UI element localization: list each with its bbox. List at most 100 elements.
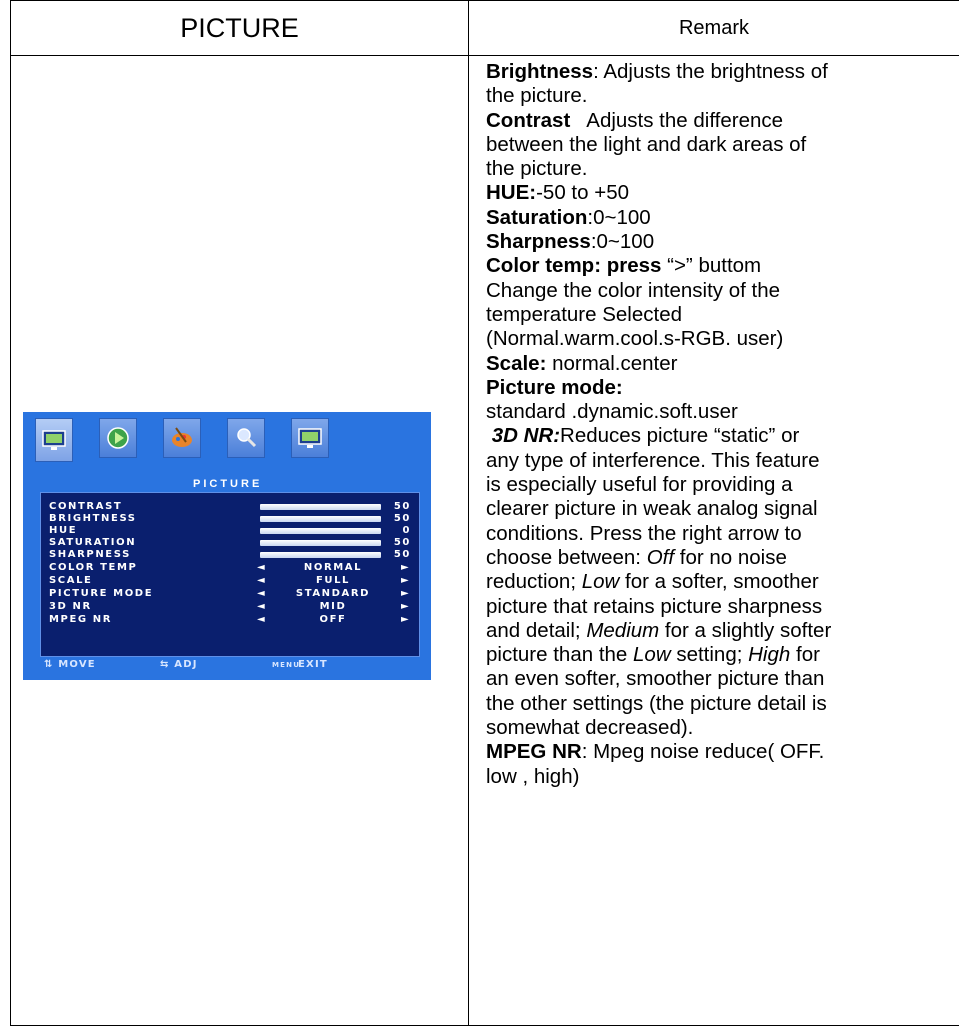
osd-row-value: 50 bbox=[393, 513, 411, 524]
remark-line: (Normal.warm.cool.s-RGB. user) bbox=[486, 327, 784, 351]
remark-line: temperature Selected bbox=[486, 302, 683, 326]
remark-fragment: for a slightly softer bbox=[659, 618, 832, 642]
osd-row-color-temp[interactable]: COLOR TEMP ◄ NORMAL ► bbox=[49, 562, 411, 574]
remark-column-header: Remark bbox=[468, 0, 959, 56]
remark-mpeg-nr: MPEG NR: Mpeg noise reduce( OFF. bbox=[486, 740, 959, 764]
remark-line: any type of interference. This feature bbox=[486, 448, 820, 472]
osd-row-sharpness[interactable]: SHARPNESS 50 bbox=[49, 549, 411, 561]
right-arrow-icon[interactable]: ► bbox=[401, 575, 410, 587]
osd-row-value: 50 bbox=[393, 501, 411, 512]
osd-slider-bar[interactable] bbox=[260, 516, 381, 522]
right-arrow-icon[interactable]: ► bbox=[401, 614, 410, 626]
osd-row-brightness[interactable]: BRIGHTNESS 50 bbox=[49, 513, 411, 525]
osd-row-label: HUE bbox=[49, 525, 78, 536]
osd-row-option: STANDARD bbox=[295, 588, 371, 599]
term-sharpness: Sharpness bbox=[486, 230, 591, 254]
remark-line: reduction; Low for a softer, smoother bbox=[486, 570, 959, 594]
osd-row-label: CONTRAST bbox=[49, 501, 123, 512]
left-arrow-icon[interactable]: ◄ bbox=[257, 575, 266, 587]
remark-3d-nr: 3D NR:Reduces picture “static” or bbox=[486, 424, 959, 448]
remark-hue: HUE:-50 to +50 bbox=[486, 181, 959, 205]
monitor-icon bbox=[291, 418, 329, 458]
remark-line: : Adjusts the brightness of bbox=[593, 60, 828, 83]
right-arrow-icon[interactable]: ► bbox=[401, 601, 410, 613]
remark-text-cell: Brightness: Adjusts the brightness of th… bbox=[468, 55, 959, 1026]
left-arrow-icon[interactable]: ◄ bbox=[257, 614, 266, 626]
paint-palette-icon bbox=[163, 418, 201, 458]
term-scale: Scale: bbox=[486, 351, 547, 375]
key-glyph: “>” bbox=[667, 254, 693, 278]
remark-color-temp: Color temp: press “>” buttom bbox=[486, 254, 959, 278]
osd-slider-bar[interactable] bbox=[260, 540, 381, 546]
remark-line: standard .dynamic.soft.user bbox=[486, 400, 738, 424]
osd-row-saturation[interactable]: SATURATION 50 bbox=[49, 537, 411, 549]
remark-line: picture that retains picture sharpness bbox=[486, 594, 823, 618]
osd-row-label: MPEG NR bbox=[49, 614, 113, 625]
osd-row-option: NORMAL bbox=[303, 562, 363, 573]
osd-menu-key-label: MENU bbox=[272, 661, 301, 669]
osd-icon-bar bbox=[35, 418, 425, 474]
remark-fragment: reduction; bbox=[486, 570, 582, 594]
osd-move-hint: ⇅ MOVE bbox=[44, 659, 96, 670]
term-contrast: Contrast bbox=[486, 108, 571, 132]
osd-row-value: 50 bbox=[393, 537, 411, 548]
osd-row-picture-mode[interactable]: PICTURE MODE ◄ STANDARD ► bbox=[49, 588, 411, 600]
option-low: Low bbox=[633, 643, 671, 667]
remark-saturation: Saturation:0~100 bbox=[486, 206, 959, 230]
osd-row-label: SHARPNESS bbox=[49, 549, 131, 560]
right-arrow-icon[interactable]: ► bbox=[401, 562, 410, 574]
right-arrow-icon[interactable]: ► bbox=[401, 588, 410, 600]
remark-fragment: for bbox=[790, 643, 820, 667]
remark-sharpness: Sharpness:0~100 bbox=[486, 230, 959, 254]
term-hue: HUE: bbox=[486, 181, 537, 205]
osd-adjust-hint: ⇆ ADJ bbox=[160, 659, 198, 670]
remark-line: conditions. Press the right arrow to bbox=[486, 521, 802, 545]
remark-scale: Scale: normal.center bbox=[486, 352, 959, 376]
remark-line: somewhat decreased). bbox=[486, 716, 694, 740]
remark-fragment: setting; bbox=[670, 643, 749, 667]
remark-fragment: choose between: bbox=[486, 545, 647, 569]
osd-slider-bar[interactable] bbox=[260, 552, 381, 558]
osd-slider-bar[interactable] bbox=[260, 528, 381, 534]
remark-line: the picture. bbox=[486, 157, 588, 181]
remark-line: the picture. bbox=[486, 84, 588, 108]
remark-line: clearer picture in weak analog signal bbox=[486, 497, 818, 521]
osd-row-label: SATURATION bbox=[49, 537, 137, 548]
osd-row-mpeg-nr[interactable]: MPEG NR ◄ OFF ► bbox=[49, 614, 411, 626]
osd-slider-bar[interactable] bbox=[260, 504, 381, 510]
left-arrow-icon[interactable]: ◄ bbox=[257, 562, 266, 574]
play-icon bbox=[99, 418, 137, 458]
left-arrow-icon[interactable]: ◄ bbox=[257, 588, 266, 600]
term-saturation: Saturation bbox=[486, 205, 588, 229]
osd-row-3d-nr[interactable]: 3D NR ◄ MID ► bbox=[49, 601, 411, 613]
remark-contrast: Contrast Adjusts the difference bbox=[486, 109, 959, 133]
osd-row-label: PICTURE MODE bbox=[49, 588, 154, 599]
osd-exit-hint: EXIT bbox=[298, 659, 328, 670]
term-picture-mode: Picture mode: bbox=[486, 375, 623, 399]
remark-line: Reduces picture “static” or bbox=[560, 424, 800, 448]
osd-row-label: COLOR TEMP bbox=[49, 562, 138, 573]
left-arrow-icon[interactable]: ◄ bbox=[257, 601, 266, 613]
remark-line: buttom bbox=[692, 254, 762, 278]
term-3d-nr: 3D NR: bbox=[491, 424, 561, 448]
osd-row-hue[interactable]: HUE 0 bbox=[49, 525, 411, 537]
remark-line: :0~100 bbox=[590, 230, 655, 254]
remark-line: between the light and dark areas of bbox=[486, 132, 807, 156]
osd-row-value: 0 bbox=[402, 525, 411, 536]
osd-footer-hints: ⇅ MOVE ⇆ ADJ MENU EXIT bbox=[40, 659, 420, 673]
remark-line: is especially useful for providing a bbox=[486, 473, 793, 497]
remark-line: the other settings (the picture detail i… bbox=[486, 691, 827, 715]
option-high: High bbox=[748, 643, 791, 667]
magnifier-icon bbox=[227, 418, 265, 458]
osd-row-scale[interactable]: SCALE ◄ FULL ► bbox=[49, 575, 411, 587]
osd-row-contrast[interactable]: CONTRAST 50 bbox=[49, 501, 411, 513]
osd-row-label: 3D NR bbox=[49, 601, 92, 612]
picture-column-header: PICTURE bbox=[10, 0, 469, 56]
osd-screenshot-cell: PICTURE CONTRAST 50 BRIGHTNESS 50 HUE 0 … bbox=[10, 55, 469, 1026]
remark-brightness: Brightness: Adjusts the brightness of bbox=[486, 60, 959, 84]
remark-line: Adjusts the difference bbox=[586, 108, 784, 132]
remark-line: low , high) bbox=[486, 764, 580, 788]
term-brightness: Brightness bbox=[486, 60, 594, 83]
remark-fragment: and detail; bbox=[486, 618, 587, 642]
remark-fragment: for a softer, smoother bbox=[619, 570, 819, 594]
